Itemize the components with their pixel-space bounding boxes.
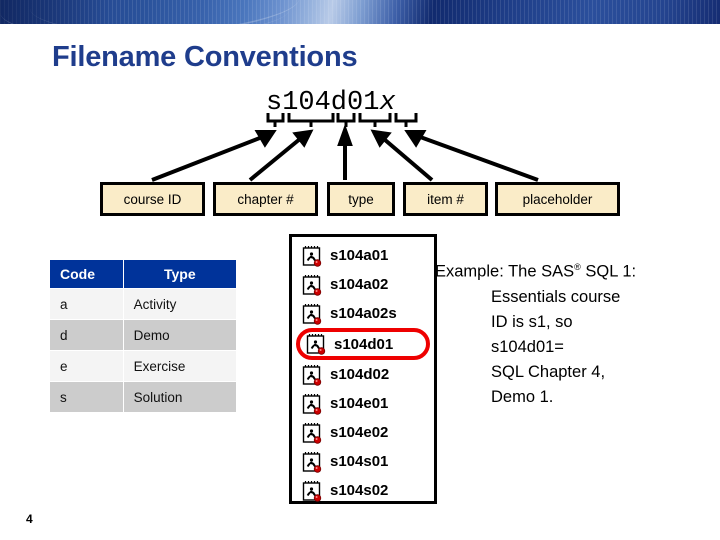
example-lead-label: Example: — [435, 262, 509, 281]
sas-program-icon — [302, 274, 322, 296]
file-list-panel: s104a01 s104a02 s104a02s s104d01 s104d02… — [289, 234, 437, 504]
example-line-6: Demo 1. — [491, 387, 554, 406]
file-name: s104a02s — [330, 305, 397, 322]
file-name: s104a02 — [330, 276, 389, 293]
slide-canvas: Filename Conventions s104d01x course ID … — [0, 0, 720, 540]
cell-type: Exercise — [122, 350, 238, 382]
list-item[interactable]: s104s02 — [298, 476, 434, 505]
list-item[interactable]: s104e01 — [298, 389, 434, 418]
file-name: s104d02 — [330, 366, 390, 383]
brace-arrow-connectors — [151, 113, 539, 182]
table-row: s Solution — [49, 381, 238, 413]
file-name: s104e01 — [330, 395, 389, 412]
example-line-3: ID is s1, so — [491, 312, 573, 331]
cell-code: a — [49, 288, 124, 320]
example-line-1: Example: The SAS® SQL 1: — [435, 255, 707, 285]
file-name: s104d01 — [334, 335, 394, 353]
file-name: s104e02 — [330, 424, 389, 441]
header-banner — [0, 0, 720, 44]
part-label: placeholder — [522, 191, 593, 207]
part-box-item-number[interactable]: item # — [403, 182, 488, 216]
example-line-4: s104d01= — [491, 337, 564, 356]
cell-code: d — [49, 319, 124, 351]
list-item[interactable]: s104d02 — [298, 360, 434, 389]
part-label: course ID — [123, 191, 182, 207]
cell-type: Solution — [122, 381, 238, 413]
sas-program-icon — [302, 422, 322, 444]
sas-program-icon — [302, 303, 322, 325]
part-box-type[interactable]: type — [327, 182, 395, 216]
sas-program-icon — [302, 364, 322, 386]
list-item[interactable]: s104e02 — [298, 418, 434, 447]
list-item[interactable]: s104a02s — [298, 299, 434, 328]
sas-program-icon — [302, 480, 322, 502]
cell-code: s — [49, 381, 124, 413]
example-note: Example: The SAS® SQL 1: Essentials cour… — [435, 255, 707, 410]
part-box-placeholder[interactable]: placeholder — [495, 182, 620, 216]
part-box-course-id[interactable]: course ID — [100, 182, 205, 216]
part-box-chapter-number[interactable]: chapter # — [213, 182, 318, 216]
column-header-code: Code — [49, 259, 124, 289]
page-number: 4 — [26, 512, 33, 526]
list-item[interactable]: s104a02 — [298, 270, 434, 299]
example-text-sql: SQL 1: — [580, 262, 637, 281]
file-name: s104a01 — [330, 247, 389, 264]
cell-type: Demo — [122, 319, 238, 351]
page-title: Filename Conventions — [52, 41, 358, 73]
example-text-sas: The SAS — [508, 262, 575, 281]
table-header-row: Code Type — [49, 259, 238, 289]
file-name: s104s02 — [330, 482, 389, 499]
list-item[interactable]: s104s01 — [298, 447, 434, 476]
cell-code: e — [49, 350, 124, 382]
sas-program-icon — [302, 451, 322, 473]
list-item-selected[interactable]: s104d01 — [296, 328, 430, 360]
sas-program-icon — [302, 393, 322, 415]
part-label: item # — [427, 191, 464, 207]
registered-mark-icon: ® — [574, 262, 581, 272]
table-row: e Exercise — [49, 350, 238, 382]
table-row: d Demo — [49, 319, 238, 351]
sas-program-icon — [302, 245, 322, 267]
part-label: type — [348, 191, 374, 207]
part-label: chapter # — [237, 191, 294, 207]
example-line-5: SQL Chapter 4, — [491, 362, 606, 381]
list-item[interactable]: s104a01 — [298, 241, 434, 270]
file-name: s104s01 — [330, 453, 389, 470]
sas-program-icon — [306, 334, 326, 355]
table-row: a Activity — [49, 288, 238, 320]
code-type-table: Code Type a Activity d Demo e Exercise s… — [49, 259, 238, 413]
example-line-2: Essentials course — [491, 287, 621, 306]
cell-type: Activity — [122, 288, 238, 320]
column-header-type: Type — [122, 259, 238, 289]
